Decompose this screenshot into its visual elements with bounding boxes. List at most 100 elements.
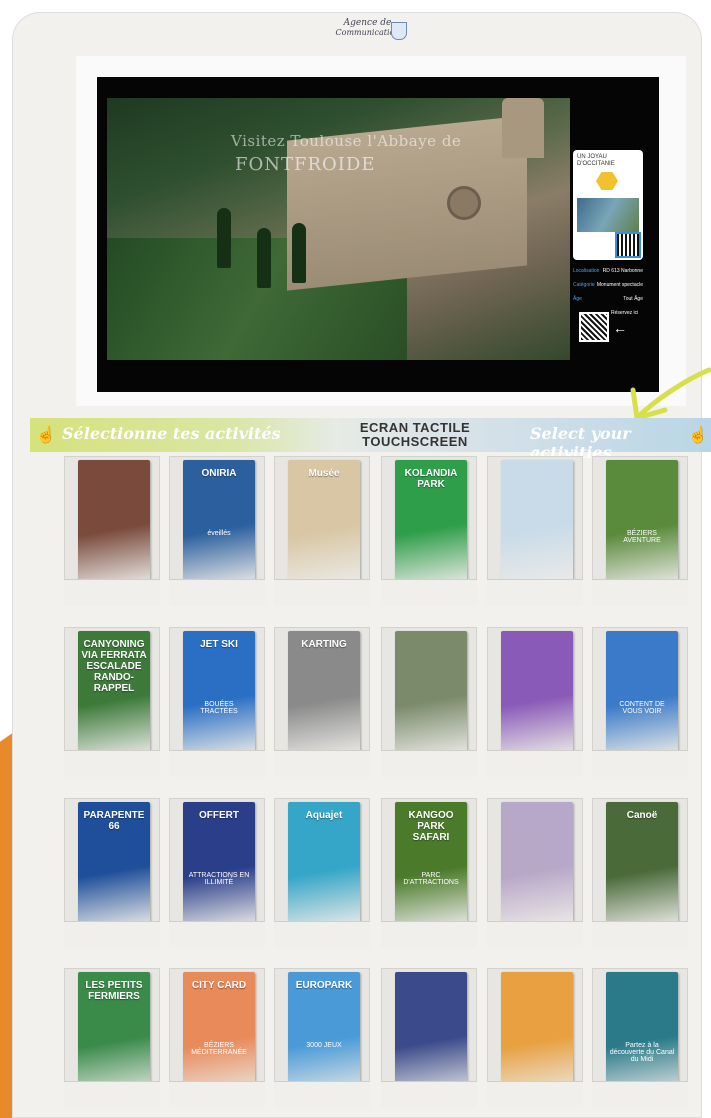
shelf-lip	[274, 1081, 370, 1108]
brochure-subtitle: PARC D'ATTRACTIONS	[403, 872, 459, 886]
cypress-tree	[257, 228, 271, 288]
shelf-lip	[169, 579, 265, 606]
brochure[interactable]	[78, 460, 150, 585]
brochure-subtitle: CONTENT DE VOUS VOIR	[619, 701, 665, 715]
brochure-title: KARTING	[301, 639, 347, 650]
brochure-title: LES PETITS FERMIERS	[85, 980, 143, 1002]
shelf-lip	[487, 921, 583, 948]
brochure[interactable]: CANYONING VIA FERRATA ESCALADE RANDO-RAP…	[78, 631, 150, 756]
brochure[interactable]: PARAPENTE 66	[78, 802, 150, 927]
brochure-slot: BÉZIERS AVENTURE	[592, 456, 688, 606]
brochure-slot: LES PETITS FERMIERS	[64, 968, 160, 1108]
shelf-lip	[592, 921, 688, 948]
brochure[interactable]	[501, 631, 573, 756]
brochure-subtitle: BÉZIERS MÉDITERRANÉE	[191, 1042, 247, 1056]
shelf-lip	[64, 1081, 160, 1108]
shelf-lip	[487, 750, 583, 777]
promo-card-title: UN JOYAU D'OCCITANIE	[577, 154, 615, 167]
shelf-lip	[274, 750, 370, 777]
brochure-slot: CONTENT DE VOUS VOIR	[592, 627, 688, 777]
shelf-lip	[274, 579, 370, 606]
brochure[interactable]: KARTING	[288, 631, 360, 756]
brochure[interactable]: JET SKI BOUÉES TRACTÉES	[183, 631, 255, 756]
pointer-arrow-icon	[630, 367, 711, 421]
shelf-lip	[169, 1081, 265, 1108]
brochure-title: KANGOO PARK SAFARI	[408, 810, 454, 843]
brochure-title: Aquajet	[305, 810, 343, 821]
brochure[interactable]	[501, 460, 573, 585]
brochure-title: JET SKI	[200, 639, 238, 650]
brochure[interactable]: OFFERT ATTRACTIONS EN ILLIMITÉ	[183, 802, 255, 927]
hand-pointer-icon: ☝	[688, 427, 708, 444]
brochure[interactable]	[395, 972, 467, 1097]
brochure-slot: Canoë	[592, 798, 688, 948]
brochure-slot: Musée	[274, 456, 370, 606]
banner-center-line1: ECRAN TACTILE	[359, 420, 471, 435]
brochure[interactable]: LES PETITS FERMIERS	[78, 972, 150, 1097]
shelf-lip	[592, 579, 688, 606]
shelf-lip	[592, 1081, 688, 1108]
shelf-lip	[169, 750, 265, 777]
brochure[interactable]: BÉZIERS AVENTURE	[606, 460, 678, 585]
brochure[interactable]	[501, 802, 573, 927]
shelf-lip	[381, 750, 477, 777]
video-subtitle: FONTFROIDE	[235, 154, 376, 175]
brochure[interactable]: KANGOO PARK SAFARI PARC D'ATTRACTIONS	[395, 802, 467, 927]
brochure[interactable]: Aquajet	[288, 802, 360, 927]
info-list: Localisation RD 613 Narbonne Catégorie Mon…	[573, 268, 643, 310]
shield-icon	[391, 22, 407, 40]
brochure-title: OFFERT	[199, 810, 239, 821]
brochure-slot: KANGOO PARK SAFARI PARC D'ATTRACTIONS	[381, 798, 477, 948]
hand-pointer-icon: ☝	[36, 427, 56, 444]
info-row: Catégorie Monument spectacle	[573, 282, 643, 288]
brochure[interactable]: Canoë	[606, 802, 678, 927]
brochure-slot: EUROPARK 3000 JEUX	[274, 968, 370, 1108]
brochure[interactable]: CONTENT DE VOUS VOIR	[606, 631, 678, 756]
brochure-slot	[64, 456, 160, 606]
brochure-slot: Partez à la découverte du Canal du Midi	[592, 968, 688, 1108]
shelf-lip	[169, 921, 265, 948]
shelf-lip	[274, 921, 370, 948]
banner-left-text: Sélectionne tes activités	[62, 424, 281, 443]
info-row: Âge Tout Âge	[573, 296, 643, 302]
brochure-subtitle: éveillés	[207, 530, 231, 537]
activity-banner: ☝ Sélectionne tes activités ECRAN TACTIL…	[30, 418, 711, 462]
brochure-slot: JET SKI BOUÉES TRACTÉES	[169, 627, 265, 777]
cypress-tree	[292, 223, 306, 283]
brochure-subtitle: ATTRACTIONS EN ILLIMITÉ	[188, 872, 250, 886]
brochure-slot: CANYONING VIA FERRATA ESCALADE RANDO-RAP…	[64, 627, 160, 777]
brochure[interactable]	[395, 631, 467, 756]
brochure-title: ONIRIA	[201, 468, 237, 479]
brochure-slot: Aquajet	[274, 798, 370, 948]
brochure[interactable]	[501, 972, 573, 1097]
agency-logo: Agence de Communication	[320, 18, 415, 48]
brochure-slot: KARTING	[274, 627, 370, 777]
rose-window	[447, 186, 481, 220]
video-player[interactable]: Visitez Toulouse l'Abbaye de FONTFROIDE	[107, 98, 570, 360]
brochure-slot	[487, 798, 583, 948]
reservation-qr-icon[interactable]	[579, 312, 609, 342]
promo-card[interactable]: UN JOYAU D'OCCITANIE	[573, 150, 643, 260]
brochure-title: Canoë	[626, 810, 658, 821]
reserve-label: Réservez ici	[611, 310, 639, 316]
brochure[interactable]: ONIRIA éveillés	[183, 460, 255, 585]
brochure-slot	[487, 968, 583, 1108]
shelf-lip	[64, 579, 160, 606]
shelf-lip	[487, 1081, 583, 1108]
shelf-lip	[64, 921, 160, 948]
bell-tower	[502, 98, 544, 158]
brochure-title: Musée	[308, 468, 340, 479]
brochure[interactable]: Musée	[288, 460, 360, 585]
info-row: Localisation RD 613 Narbonne	[573, 268, 643, 274]
shelf-lip	[381, 921, 477, 948]
promo-card-image	[577, 198, 639, 232]
brochure[interactable]: Partez à la découverte du Canal du Midi	[606, 972, 678, 1097]
brochure-subtitle: Partez à la découverte du Canal du Midi	[609, 1042, 675, 1063]
brochure[interactable]: EUROPARK 3000 JEUX	[288, 972, 360, 1097]
brochure[interactable]: KOLANDIA PARK	[395, 460, 467, 585]
shelf-lip	[381, 579, 477, 606]
brochure-slot: ONIRIA éveillés	[169, 456, 265, 606]
brochure[interactable]: CITY CARD BÉZIERS MÉDITERRANÉE	[183, 972, 255, 1097]
brochure-slot: PARAPENTE 66	[64, 798, 160, 948]
brochure-title: PARAPENTE 66	[83, 810, 145, 832]
